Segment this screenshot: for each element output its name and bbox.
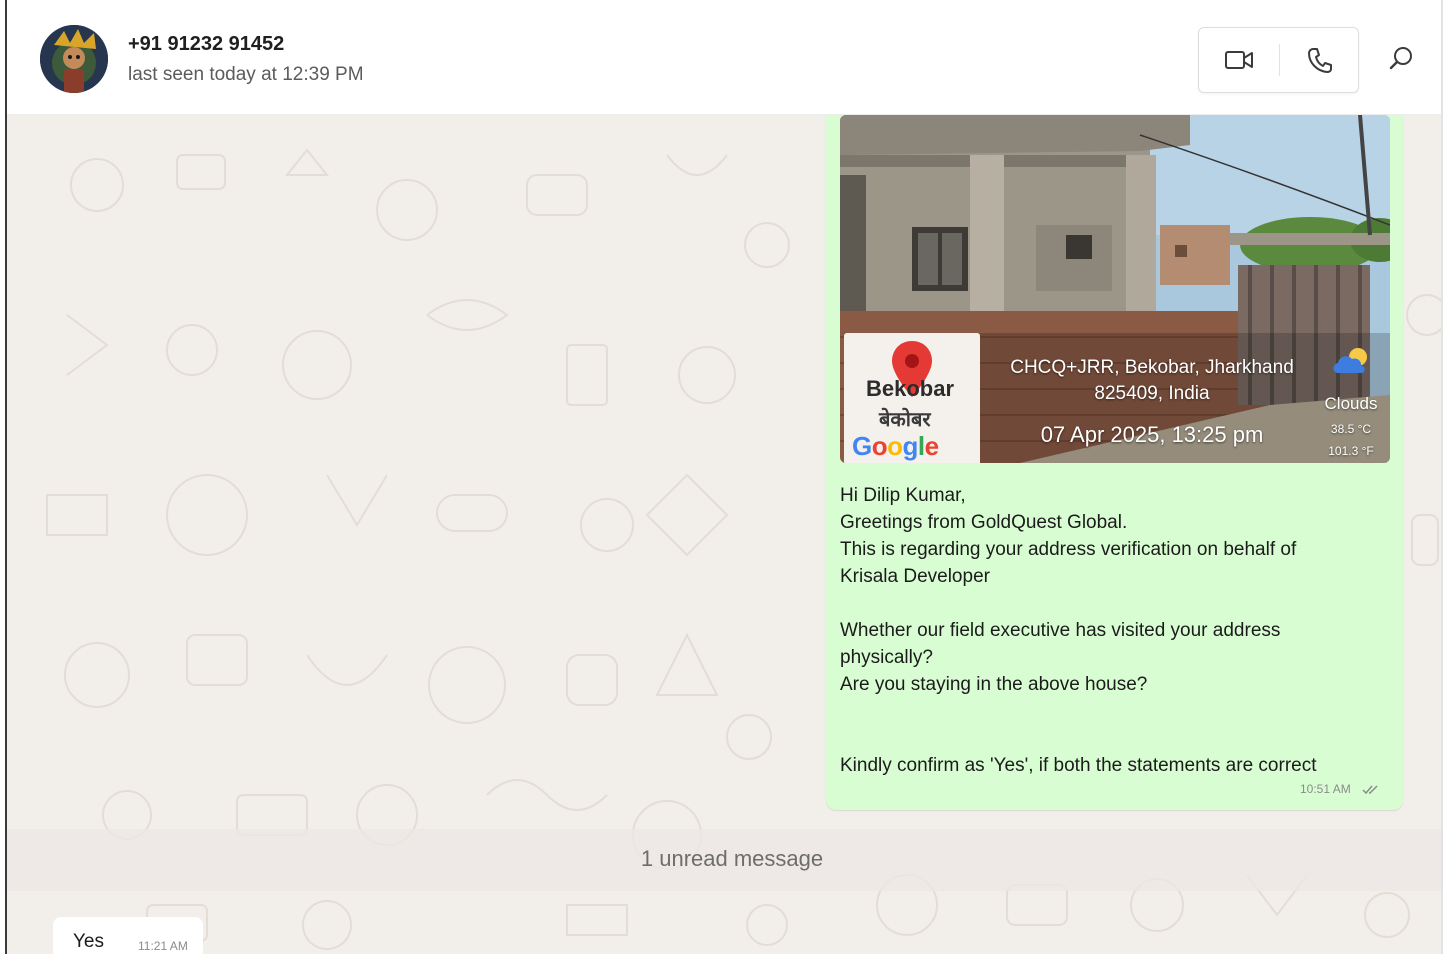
incoming-message-text: Yes xyxy=(73,931,104,952)
contact-name[interactable]: +91 91232 91452 xyxy=(128,33,284,56)
geo-address-line1: CHCQ+JRR, Bekobar, Jharkhand xyxy=(1010,357,1294,378)
unread-messages-banner: 1 unread message xyxy=(7,829,1441,891)
double-check-icon xyxy=(1362,785,1378,795)
call-button-group xyxy=(1198,27,1359,93)
geotagged-photo[interactable]: Bekobar बेकोबर Google CHCQ+JRR, Bekobar,… xyxy=(840,115,1390,463)
contact-avatar[interactable] xyxy=(40,25,108,93)
search-icon xyxy=(1389,47,1412,70)
map-thumbnail[interactable]: Bekobar बेकोबर Google xyxy=(844,333,980,463)
voice-call-icon xyxy=(1308,48,1332,73)
cloudy-weather-icon xyxy=(1333,348,1367,373)
incoming-message-bubble[interactable]: Yes 11:21 AM xyxy=(53,917,203,954)
video-call-icon xyxy=(1225,51,1253,69)
map-place-name: Bekobar xyxy=(866,376,955,401)
window-border-right xyxy=(1441,0,1443,954)
outgoing-message-bubble[interactable]: Bekobar बेकोबर Google CHCQ+JRR, Bekobar,… xyxy=(826,115,1403,810)
google-logo: Google xyxy=(852,431,939,461)
message-line: Are you staying in the above house? xyxy=(840,674,1148,695)
map-place-name-hindi: बेकोबर xyxy=(879,409,931,431)
video-call-button[interactable] xyxy=(1199,28,1279,92)
chat-window: +91 91232 91452 last seen today at 12:39… xyxy=(0,0,1450,954)
geo-datetime: 07 Apr 2025, 13:25 pm xyxy=(1040,422,1264,447)
geo-address: CHCQ+JRR, Bekobar, Jharkhand 825409, Ind… xyxy=(992,355,1312,407)
message-line: Greetings from GoldQuest Global. xyxy=(840,512,1128,533)
search-button[interactable] xyxy=(1385,42,1417,74)
message-timestamp: 10:51 AM xyxy=(1300,782,1351,796)
message-line: physically? xyxy=(840,647,933,668)
message-line: Whether our field executive has visited … xyxy=(840,620,1281,641)
voice-call-button[interactable] xyxy=(1279,28,1359,92)
message-line: Kindly confirm as 'Yes', if both the sta… xyxy=(840,755,1317,776)
temperature-fahrenheit: 101.3 °F xyxy=(1328,444,1374,458)
weather-label: Clouds xyxy=(1324,394,1378,413)
temperature-celsius: 38.5 °C xyxy=(1330,422,1372,436)
message-line: This is regarding your address verificat… xyxy=(840,539,1297,560)
chat-area[interactable]: Bekobar बेकोबर Google CHCQ+JRR, Bekobar,… xyxy=(7,115,1441,954)
message-line: Krisala Developer xyxy=(840,566,990,587)
message-line: Hi Dilip Kumar, xyxy=(840,485,966,506)
chat-header: +91 91232 91452 last seen today at 12:39… xyxy=(7,0,1441,115)
geo-address-line2: 825409, India xyxy=(1094,383,1210,404)
unread-count-label: 1 unread message xyxy=(640,846,824,871)
last-seen-status: last seen today at 12:39 PM xyxy=(128,64,364,85)
incoming-message-timestamp: 11:21 AM xyxy=(138,939,188,953)
